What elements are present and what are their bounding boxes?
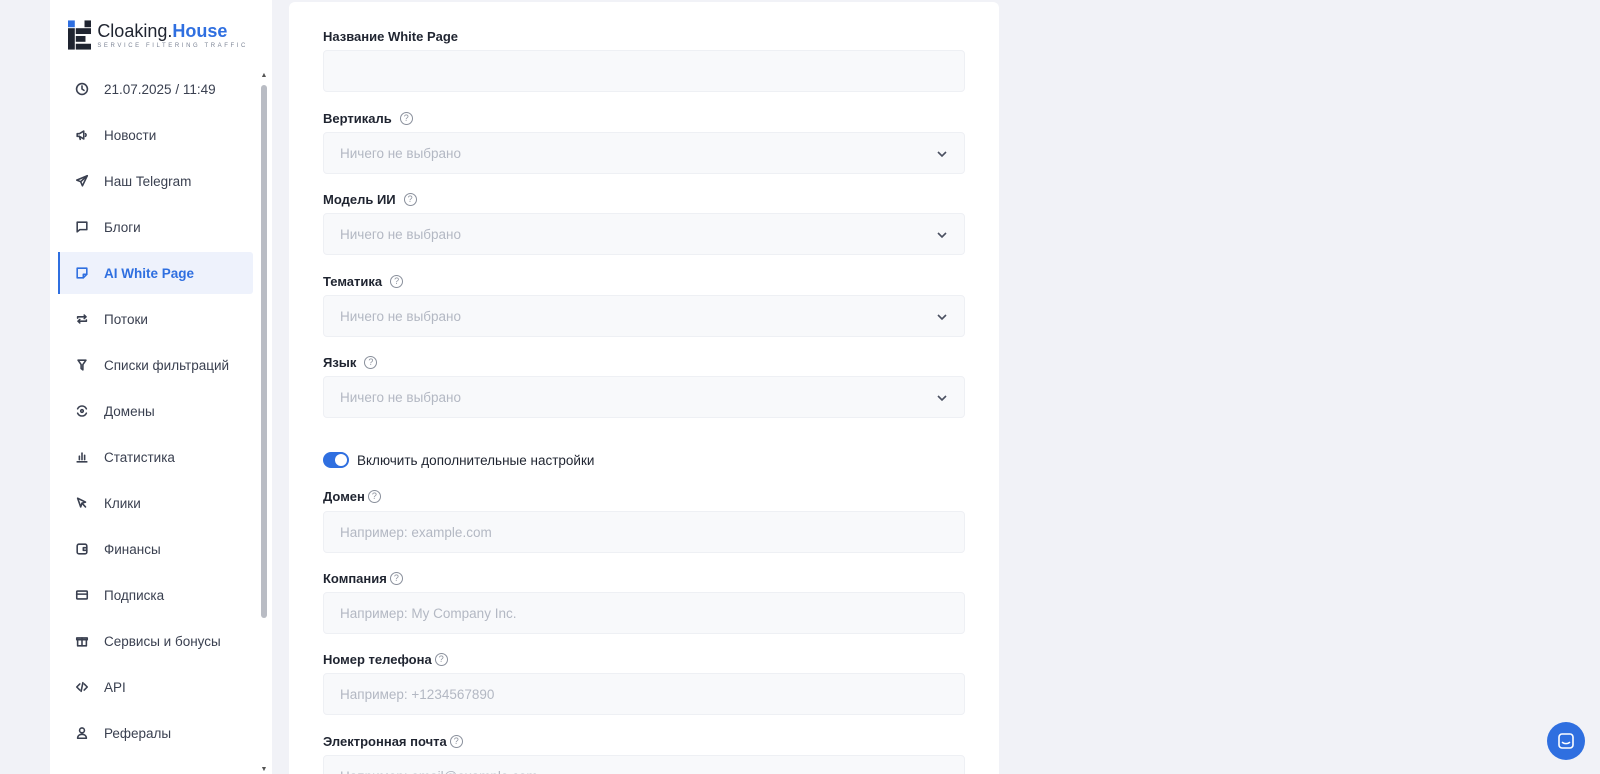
- help-icon[interactable]: ?: [367, 489, 381, 503]
- help-icon[interactable]: ?: [364, 355, 378, 369]
- repeat-icon: [74, 311, 90, 327]
- sidebar-item-flows[interactable]: Потоки: [58, 298, 253, 340]
- gift-icon: [74, 633, 90, 649]
- sidebar-item-label: Рефералы: [104, 725, 172, 741]
- sidebar-item-label: API: [104, 679, 126, 695]
- email-label: Электронная почта?: [323, 732, 463, 750]
- help-icon[interactable]: ?: [390, 274, 404, 288]
- domain-icon: [74, 403, 90, 419]
- scroll-up-arrow-icon[interactable]: ▲: [260, 72, 268, 80]
- chevron-down-icon: [936, 311, 948, 323]
- advanced-settings-row: Включить дополнительные настройки: [323, 452, 594, 468]
- topic-select-value: Ничего не выбрано: [340, 308, 462, 324]
- sidebar-item-api[interactable]: API: [58, 666, 253, 708]
- chevron-down-icon: [936, 392, 948, 404]
- sidebar-item-telegram[interactable]: Наш Telegram: [58, 160, 253, 202]
- code-icon: [74, 679, 90, 695]
- scroll-thumb[interactable]: [261, 85, 267, 618]
- bar-chart-icon: [74, 449, 90, 465]
- sidebar-item-label: Блоги: [104, 219, 141, 235]
- sidebar-scrollbar[interactable]: ▲ ▼: [260, 72, 268, 774]
- sidebar-item-services[interactable]: Сервисы и бонусы: [58, 620, 253, 662]
- logo-mark-icon: [68, 20, 92, 50]
- company-label: Компания?: [323, 569, 403, 587]
- sidebar-item-ai-white-page[interactable]: AI White Page: [58, 252, 253, 294]
- sidebar-item-label: Домены: [104, 403, 155, 419]
- logo[interactable]: Cloaking.House SERVICE FILTERING TRAFFIC: [68, 20, 248, 50]
- topic-label: Тематика?: [323, 272, 404, 290]
- page-icon: [74, 265, 90, 281]
- name-input[interactable]: [323, 50, 965, 92]
- sidebar-item-label: AI White Page: [104, 265, 195, 281]
- sidebar-item-blogs[interactable]: Блоги: [58, 206, 253, 248]
- sidebar-item-datetime: 21.07.2025 / 11:49: [58, 68, 253, 110]
- vertical-select[interactable]: Ничего не выбрано: [323, 132, 965, 174]
- advanced-settings-toggle[interactable]: [323, 452, 349, 468]
- domain-input[interactable]: [323, 511, 965, 553]
- domain-label: Домен?: [323, 487, 381, 505]
- help-icon[interactable]: ?: [389, 571, 403, 585]
- language-select[interactable]: Ничего не выбрано: [323, 376, 965, 418]
- white-page-form-card: Название White Page Вертикаль? Ничего не…: [289, 2, 999, 774]
- message-square-icon: [74, 219, 90, 235]
- sidebar-item-finance[interactable]: Финансы: [58, 528, 253, 570]
- phone-label: Номер телефона?: [323, 650, 448, 668]
- sidebar-item-label: Потоки: [104, 311, 148, 327]
- sidebar-item-label: Новости: [104, 127, 157, 143]
- sidebar: Cloaking.House SERVICE FILTERING TRAFFIC…: [50, 0, 272, 774]
- sidebar-item-label: Наш Telegram: [104, 173, 192, 189]
- brand-name: Cloaking.House: [97, 20, 228, 41]
- chevron-down-icon: [936, 148, 948, 160]
- sidebar-item-label: Сервисы и бонусы: [104, 633, 221, 649]
- credit-card-icon: [74, 587, 90, 603]
- help-icon[interactable]: ?: [403, 192, 417, 206]
- sidebar-item-referrals[interactable]: Рефералы: [58, 712, 253, 754]
- model-select[interactable]: Ничего не выбрано: [323, 213, 965, 255]
- name-label: Название White Page: [323, 28, 459, 44]
- chevron-down-icon: [936, 229, 948, 241]
- help-icon[interactable]: ?: [434, 652, 448, 666]
- sidebar-item-label: Подписка: [104, 587, 165, 603]
- scroll-down-arrow-icon[interactable]: ▼: [260, 766, 268, 774]
- company-input[interactable]: [323, 592, 965, 634]
- sidebar-item-domains[interactable]: Домены: [58, 390, 253, 432]
- sidebar-nav: 21.07.2025 / 11:49 Новости Наш Telegram …: [58, 68, 253, 758]
- sidebar-item-clicks[interactable]: Клики: [58, 482, 253, 524]
- sidebar-item-statistics[interactable]: Статистика: [58, 436, 253, 478]
- support-chat-button[interactable]: [1547, 722, 1585, 760]
- help-icon[interactable]: ?: [399, 111, 413, 125]
- chat-icon: [1558, 733, 1574, 749]
- sidebar-item-subscription[interactable]: Подписка: [58, 574, 253, 616]
- sidebar-item-news[interactable]: Новости: [58, 114, 253, 156]
- filter-icon: [74, 357, 90, 373]
- paper-plane-icon: [74, 173, 90, 189]
- help-icon[interactable]: ?: [449, 734, 463, 748]
- language-label: Язык?: [323, 353, 378, 371]
- model-label: Модель ИИ?: [323, 190, 417, 208]
- brand-tagline: SERVICE FILTERING TRAFFIC: [97, 42, 248, 49]
- clock-icon: [74, 81, 90, 97]
- sidebar-item-label: Финансы: [104, 541, 161, 557]
- sidebar-item-label: Статистика: [104, 449, 175, 465]
- megaphone-icon: [74, 127, 90, 143]
- advanced-settings-label: Включить дополнительные настройки: [357, 452, 595, 468]
- model-select-value: Ничего не выбрано: [340, 226, 462, 242]
- sidebar-item-label: Клики: [104, 495, 141, 511]
- vertical-select-value: Ничего не выбрано: [340, 145, 462, 161]
- sidebar-item-filter-lists[interactable]: Списки фильтраций: [58, 344, 253, 386]
- cursor-icon: [74, 495, 90, 511]
- email-input[interactable]: [323, 755, 965, 774]
- topic-select[interactable]: Ничего не выбрано: [323, 295, 965, 337]
- sidebar-item-label: 21.07.2025 / 11:49: [104, 81, 216, 97]
- sidebar-item-label: Списки фильтраций: [104, 357, 230, 373]
- user-icon: [74, 725, 90, 741]
- wallet-icon: [74, 541, 90, 557]
- language-select-value: Ничего не выбрано: [340, 389, 462, 405]
- vertical-label: Вертикаль?: [323, 109, 413, 127]
- phone-input[interactable]: [323, 673, 965, 715]
